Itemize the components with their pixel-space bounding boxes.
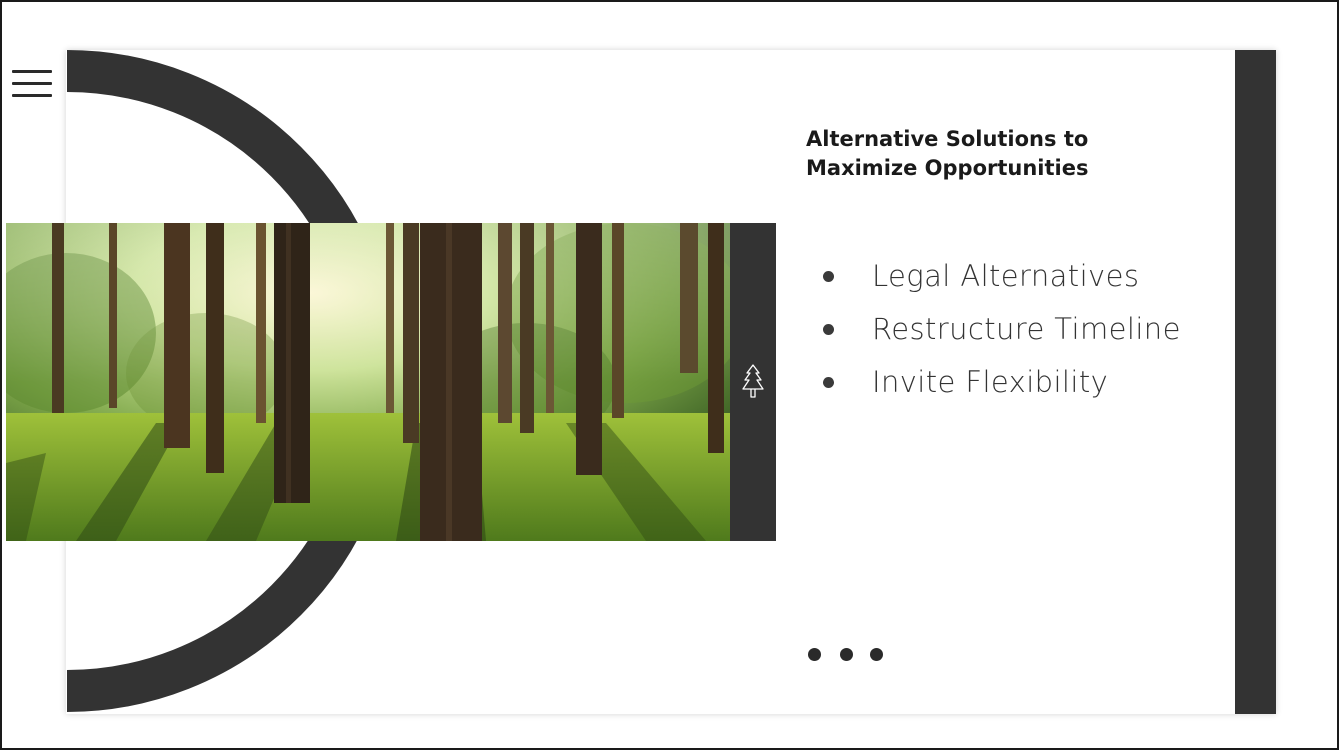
forest-photo	[6, 223, 730, 541]
bullet-dot-icon	[823, 377, 834, 388]
bullet-text: Legal Alternatives	[872, 259, 1140, 293]
bullet-list: Legal Alternatives Restructure Timeline …	[822, 252, 1181, 411]
right-accent-bar	[1235, 50, 1276, 714]
photo-side-strip	[730, 223, 776, 541]
bullet-item: Invite Flexibility	[822, 358, 1181, 411]
bullet-dot-icon	[823, 324, 834, 335]
bullet-dot-icon	[823, 271, 834, 282]
slide-title-line-2: Maximize Opportunities	[806, 156, 1089, 180]
bullet-item: Legal Alternatives	[822, 252, 1181, 305]
slide-title: Alternative Solutions to Maximize Opport…	[806, 125, 1186, 183]
hamburger-menu-icon[interactable]	[10, 66, 54, 102]
bullet-text: Restructure Timeline	[872, 312, 1181, 346]
tree-icon	[742, 364, 764, 398]
presentation-frame: Alternative Solutions to Maximize Opport…	[0, 0, 1339, 750]
slide-title-line-1: Alternative Solutions to	[806, 127, 1089, 151]
bullet-item: Restructure Timeline	[822, 305, 1181, 358]
bullet-text: Invite Flexibility	[872, 365, 1109, 399]
ellipsis-icon	[806, 648, 886, 664]
